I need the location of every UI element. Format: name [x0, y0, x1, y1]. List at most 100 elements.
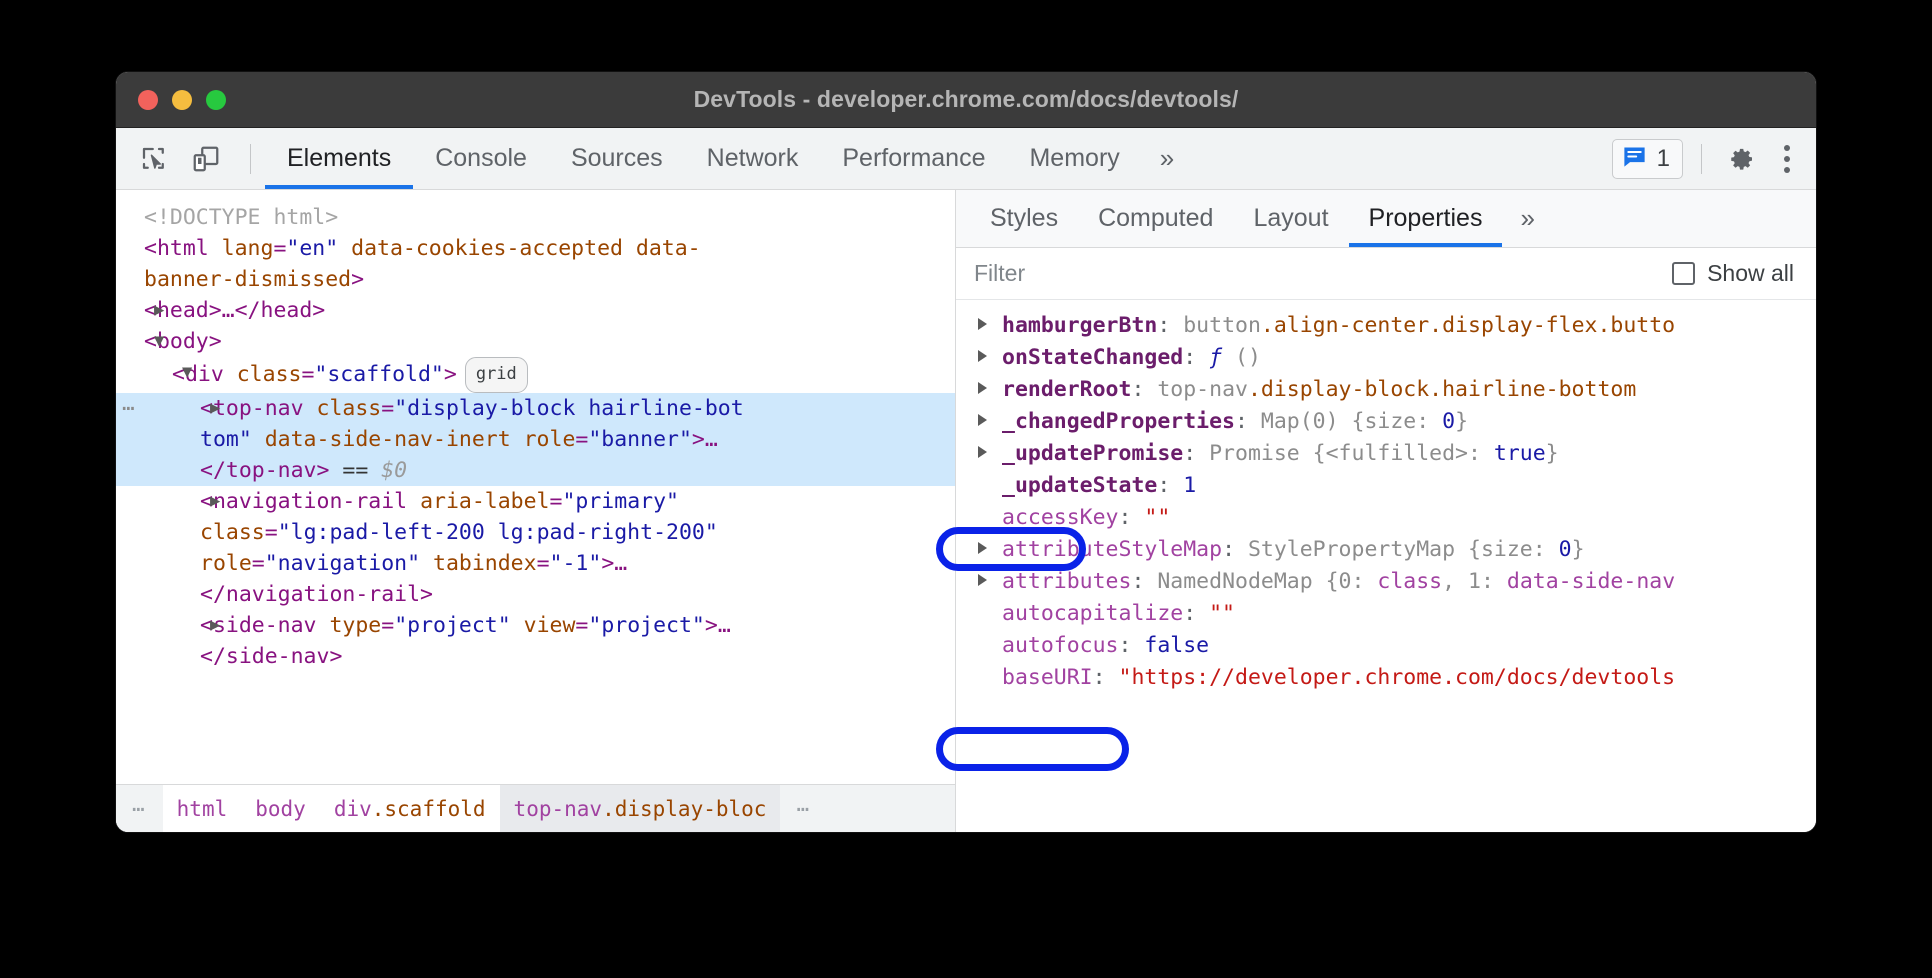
breadcrumb-item-div[interactable]: div.scaffold: [320, 785, 500, 832]
dom-twisty-side-nav[interactable]: ▶: [210, 610, 220, 641]
dom-node-top-nav-2[interactable]: tom" data-side-nav-inert role="banner">…: [116, 424, 955, 455]
dom-node-side-nav-close[interactable]: </side-nav>: [116, 641, 955, 672]
tab-memory[interactable]: Memory: [1007, 128, 1141, 189]
dom-node-html-open[interactable]: <html lang="en" data-cookies-accepted da…: [116, 233, 955, 264]
window-titlebar: DevTools - developer.chrome.com/docs/dev…: [116, 72, 1816, 128]
dom-token: >…: [705, 613, 731, 638]
tab-console[interactable]: Console: [413, 128, 549, 189]
dom-node-top-nav-3[interactable]: </top-nav> == $0: [116, 455, 955, 486]
dom-token: "-1": [550, 551, 602, 576]
property-expand-triangle-icon[interactable]: [978, 446, 987, 458]
traffic-lights: [116, 90, 226, 110]
breadcrumb-item-body[interactable]: body: [241, 785, 320, 832]
more-sidebar-tabs-chevron-icon[interactable]: »: [1502, 203, 1552, 234]
dom-token: =: [265, 520, 278, 545]
close-window-button[interactable]: [138, 90, 158, 110]
dom-node-nav-rail-1[interactable]: ▶<navigation-rail aria-label="primary": [116, 486, 955, 517]
dom-node-body[interactable]: ▼<body>: [116, 326, 955, 357]
show-all-toggle[interactable]: Show all: [1672, 260, 1798, 287]
dom-token: ==: [329, 458, 381, 483]
kebab-menu-icon[interactable]: [1768, 145, 1806, 173]
dom-node-top-nav-1[interactable]: ⋯▶<top-nav class="display-block hairline…: [116, 393, 955, 424]
dom-node-doctype[interactable]: <!DOCTYPE html>: [116, 202, 955, 233]
dom-node-nav-rail-close[interactable]: </navigation-rail>: [116, 579, 955, 610]
dom-token: <html: [144, 236, 222, 261]
property-row-_updatePromise[interactable]: _updatePromise: Promise {<fulfilled>: tr…: [956, 438, 1816, 470]
property-row-onStateChanged[interactable]: onStateChanged: ƒ (): [956, 342, 1816, 374]
property-value-token: 0: [1559, 537, 1572, 562]
property-row-attributeStyleMap[interactable]: attributeStyleMap: StylePropertyMap {siz…: [956, 534, 1816, 566]
tab-computed[interactable]: Computed: [1078, 190, 1233, 247]
breadcrumb-item-html[interactable]: html: [163, 785, 242, 832]
property-colon: :: [1093, 665, 1119, 690]
property-expand-triangle-icon[interactable]: [978, 414, 987, 426]
filter-input[interactable]: [974, 260, 1672, 287]
property-expand-triangle-icon[interactable]: [978, 574, 987, 586]
tab-sources[interactable]: Sources: [549, 128, 685, 189]
dom-twisty-nav-rail-1[interactable]: ▶: [210, 486, 220, 517]
property-row-_updateState[interactable]: _updateState: 1: [956, 470, 1816, 502]
tab-performance[interactable]: Performance: [820, 128, 1007, 189]
toolbar-icon-group: [116, 137, 265, 181]
dom-twisty-top-nav-1[interactable]: ▶: [210, 393, 220, 424]
property-expand-triangle-icon[interactable]: [978, 542, 987, 554]
breadcrumb[interactable]: ⋯htmlbodydiv.scaffoldtop-nav.display-blo…: [116, 784, 955, 832]
dom-node-head[interactable]: ▶<head>…</head>: [116, 295, 955, 326]
property-expand-triangle-icon[interactable]: [978, 382, 987, 394]
property-colon: :: [1119, 505, 1145, 530]
property-row-_changedProperties[interactable]: _changedProperties: Map(0) {size: 0}: [956, 406, 1816, 438]
issues-button[interactable]: 1: [1612, 139, 1683, 179]
properties-list[interactable]: hamburgerBtn: button.align-center.displa…: [956, 300, 1816, 832]
dom-tree[interactable]: <!DOCTYPE html><html lang="en" data-cook…: [116, 190, 955, 784]
property-row-attributes[interactable]: attributes: NamedNodeMap {0: class, 1: d…: [956, 566, 1816, 598]
dom-node-side-nav[interactable]: ▶<side-nav type="project" view="project"…: [116, 610, 955, 641]
minimize-window-button[interactable]: [172, 90, 192, 110]
dom-node-gutter-ellipsis[interactable]: ⋯: [122, 393, 136, 424]
dom-node-nav-rail-3[interactable]: role="navigation" tabindex="-1">…: [116, 548, 955, 579]
property-colon: :: [1183, 441, 1209, 466]
property-value-token: top-nav: [1157, 377, 1248, 402]
tab-elements[interactable]: Elements: [265, 128, 413, 189]
breadcrumb-overflow-left[interactable]: ⋯: [116, 785, 163, 832]
dom-token: banner-dismissed: [144, 267, 351, 292]
dom-node-div-scaffold[interactable]: ▼<div class="scaffold">grid: [116, 357, 955, 393]
dom-token: =: [575, 613, 588, 638]
property-value-token: Map(0) {size:: [1261, 409, 1442, 434]
elements-panel: <!DOCTYPE html><html lang="en" data-cook…: [116, 190, 956, 832]
dom-token: aria-label: [420, 489, 549, 514]
gear-icon[interactable]: [1720, 137, 1764, 181]
breadcrumb-overflow-right[interactable]: ⋯: [780, 785, 827, 832]
grid-badge[interactable]: grid: [465, 357, 528, 393]
dom-token: "primary": [562, 489, 679, 514]
dom-twisty-head[interactable]: ▶: [154, 295, 164, 326]
property-row-hamburgerBtn[interactable]: hamburgerBtn: button.align-center.displa…: [956, 310, 1816, 342]
device-toolbar-icon[interactable]: [184, 137, 228, 181]
property-row-renderRoot[interactable]: renderRoot: top-nav.display-block.hairli…: [956, 374, 1816, 406]
inspect-element-icon[interactable]: [132, 137, 176, 181]
show-all-label: Show all: [1707, 260, 1794, 287]
more-panels-chevron-icon[interactable]: »: [1142, 143, 1192, 174]
property-row-autofocus[interactable]: autofocus: false: [956, 630, 1816, 662]
property-name: accessKey: [1002, 505, 1119, 530]
tab-styles[interactable]: Styles: [970, 190, 1078, 247]
tab-network[interactable]: Network: [685, 128, 821, 189]
property-row-accessKey[interactable]: accessKey: "": [956, 502, 1816, 534]
property-expand-triangle-icon[interactable]: [978, 318, 987, 330]
tab-layout[interactable]: Layout: [1233, 190, 1348, 247]
show-all-checkbox[interactable]: [1672, 262, 1695, 285]
property-row-autocapitalize[interactable]: autocapitalize: "": [956, 598, 1816, 630]
maximize-window-button[interactable]: [206, 90, 226, 110]
breadcrumb-tag: top-nav: [514, 797, 603, 821]
property-value-token: }: [1572, 537, 1585, 562]
property-colon: :: [1131, 377, 1157, 402]
dom-node-html-open-2[interactable]: banner-dismissed>: [116, 264, 955, 295]
breadcrumb-item-top-nav[interactable]: top-nav.display-bloc: [500, 785, 781, 832]
dom-twisty-div-scaffold[interactable]: ▼: [182, 357, 192, 388]
property-row-baseURI[interactable]: baseURI: "https://developer.chrome.com/d…: [956, 662, 1816, 694]
property-name: autocapitalize: [1002, 601, 1183, 626]
tab-properties[interactable]: Properties: [1349, 190, 1503, 247]
dom-twisty-body[interactable]: ▼: [154, 326, 164, 357]
property-expand-triangle-icon[interactable]: [978, 350, 987, 362]
dom-node-nav-rail-2[interactable]: class="lg:pad-left-200 lg:pad-right-200": [116, 517, 955, 548]
devtools-main-toolbar: Elements Console Sources Network Perform…: [116, 128, 1816, 190]
